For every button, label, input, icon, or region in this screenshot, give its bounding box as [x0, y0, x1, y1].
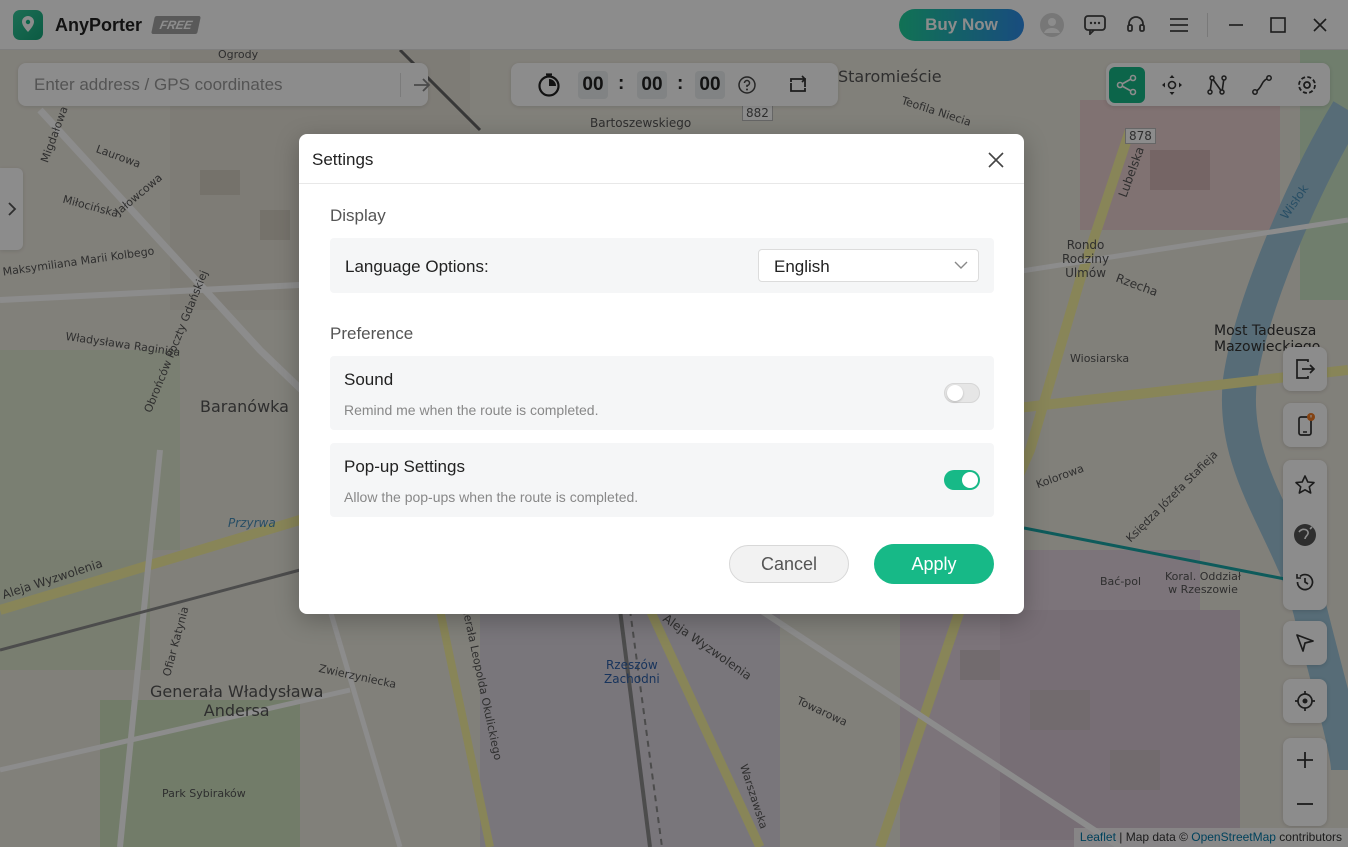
toggle-knob	[962, 472, 978, 488]
section-title-preference: Preference	[330, 324, 414, 343]
language-selected-value: English	[774, 257, 830, 276]
sound-description: Remind me when the route is completed.	[344, 402, 599, 418]
cancel-button[interactable]: Cancel	[729, 545, 849, 583]
dialog-title: Settings	[312, 150, 374, 169]
popup-toggle[interactable]	[944, 470, 980, 490]
language-options-label: Language Options:	[345, 257, 489, 276]
chevron-down-icon	[954, 261, 968, 269]
sound-toggle[interactable]	[944, 383, 980, 403]
dialog-divider	[299, 183, 1024, 184]
language-select[interactable]: English	[758, 249, 979, 282]
toggle-knob	[947, 385, 963, 401]
popup-setting-panel: Pop-up Settings Allow the pop-ups when t…	[330, 443, 994, 517]
settings-dialog: Settings Display Language Options: Engli…	[299, 134, 1024, 614]
apply-button[interactable]: Apply	[874, 544, 994, 584]
sound-setting-panel: Sound Remind me when the route is comple…	[330, 356, 994, 430]
language-options-panel: Language Options: English	[330, 238, 994, 293]
section-title-display: Display	[330, 206, 386, 225]
close-icon[interactable]	[984, 148, 1008, 172]
sound-title: Sound	[344, 370, 394, 389]
popup-settings-title: Pop-up Settings	[344, 457, 465, 476]
popup-settings-description: Allow the pop-ups when the route is comp…	[344, 489, 639, 505]
